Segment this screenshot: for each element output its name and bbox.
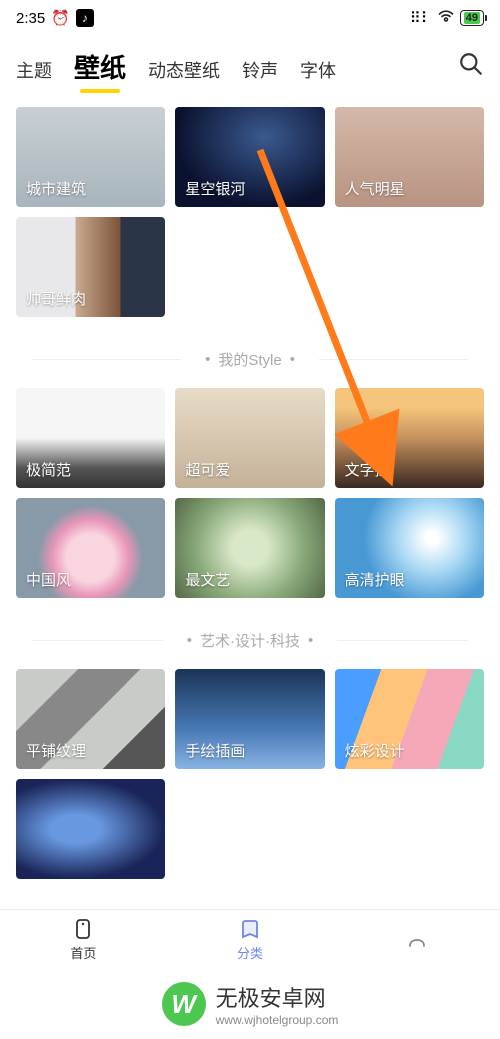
category-card-city[interactable]: 城市建筑 [16,107,165,207]
watermark-brand: 无极安卓网 [216,981,339,1013]
nav-home[interactable]: 首页 [0,910,167,969]
category-card-handsome[interactable]: 帅哥鲜肉 [16,217,165,317]
tab-wallpaper[interactable]: 壁纸 [74,48,126,85]
battery-icon: 49 [460,10,484,26]
alarm-icon: ⏰ [51,9,70,27]
status-bar: 2:35 ⏰ ♪ ⠿⠇ 49 [0,0,500,36]
tab-ringtone[interactable]: 铃声 [242,57,278,83]
category-card-colorful[interactable]: 炫彩设计 [335,669,484,769]
category-card-cute[interactable]: 超可爱 [175,388,324,488]
style-grid: 极简范 超可爱 文字控 中国风 最文艺 高清护眼 [16,388,484,598]
tab-theme[interactable]: 主题 [16,57,52,83]
status-time: 2:35 [16,10,45,27]
category-card-texture[interactable]: 平铺纹理 [16,669,165,769]
app-icon: ♪ [76,9,94,27]
search-button[interactable] [458,51,484,82]
bottom-nav: 首页 分类 [0,909,500,969]
category-card-hd[interactable]: 高清护眼 [335,498,484,598]
category-card-text[interactable]: 文字控 [335,388,484,488]
tab-font[interactable]: 字体 [300,57,336,83]
category-card-galaxy[interactable]: 星空银河 [175,107,324,207]
content-area: 城市建筑 星空银河 人气明星 帅哥鲜肉 •我的Style• 极简范 超可爱 文字… [0,93,500,953]
category-icon [238,917,262,941]
home-icon [71,917,95,941]
search-icon [458,51,484,77]
watermark-logo: W [162,982,206,1026]
category-card-chinese[interactable]: 中国风 [16,498,165,598]
signal-icon: ⠿⠇ [410,9,432,27]
wifi-icon [437,9,455,27]
category-card-minimal[interactable]: 极简范 [16,388,165,488]
section-my-style: •我的Style• [16,349,484,370]
category-card-illustration[interactable]: 手绘插画 [175,669,324,769]
tab-live-wallpaper[interactable]: 动态壁纸 [148,57,220,83]
category-tabs: 主题 壁纸 动态壁纸 铃声 字体 [0,36,500,93]
nav-category[interactable]: 分类 [167,910,334,969]
category-card-celebrity[interactable]: 人气明星 [335,107,484,207]
category-card-arty[interactable]: 最文艺 [175,498,324,598]
section-art: •艺术·设计·科技• [16,630,484,651]
art-grid: 平铺纹理 手绘插画 炫彩设计 [16,669,484,879]
category-card-more[interactable] [16,779,165,879]
top-category-grid: 城市建筑 星空银河 人气明星 帅哥鲜肉 [16,107,484,317]
nav-profile[interactable] [333,910,500,969]
profile-icon [405,928,429,952]
watermark-url: www.wjhotelgroup.com [216,1013,339,1027]
watermark: W 无极安卓网 www.wjhotelgroup.com [0,969,500,1039]
